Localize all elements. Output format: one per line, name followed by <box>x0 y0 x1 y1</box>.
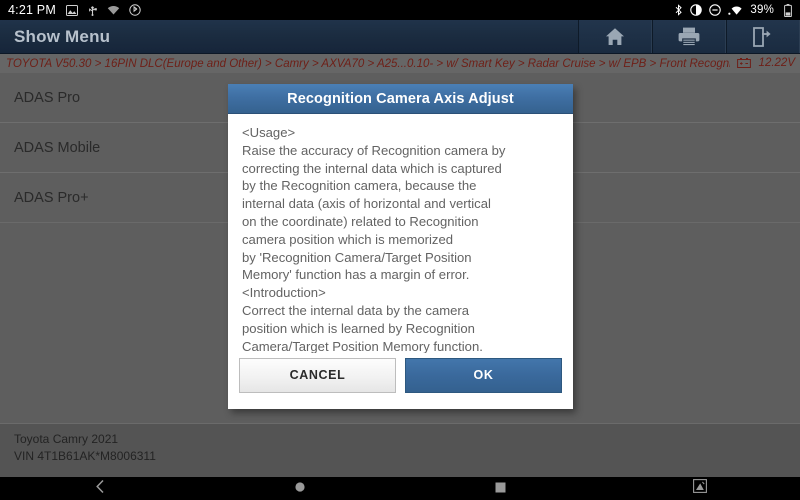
dialog-actions: CANCEL OK <box>228 353 573 409</box>
recognition-camera-axis-adjust-dialog: Recognition Camera Axis Adjust <Usage> R… <box>228 84 573 409</box>
chevron-left-icon <box>95 479 106 499</box>
nav-screenshot-button[interactable] <box>600 477 800 500</box>
app-screen: 4:21 PM 39% Show Menu TOYOTA V50.30 > 16… <box>0 0 800 500</box>
nav-back-button[interactable] <box>0 477 200 500</box>
dialog-body: <Usage> Raise the accuracy of Recognitio… <box>228 114 573 353</box>
screenshot-icon <box>693 479 707 498</box>
nav-home-button[interactable] <box>200 477 400 500</box>
nav-recents-button[interactable] <box>400 477 600 500</box>
dialog-message: <Usage> Raise the accuracy of Recognitio… <box>242 125 506 353</box>
dialog-title: Recognition Camera Axis Adjust <box>228 84 573 114</box>
ok-button[interactable]: OK <box>405 357 562 393</box>
android-nav-bar <box>0 477 800 500</box>
cancel-button[interactable]: CANCEL <box>239 357 396 393</box>
circle-icon <box>294 480 306 498</box>
square-icon <box>495 480 506 498</box>
